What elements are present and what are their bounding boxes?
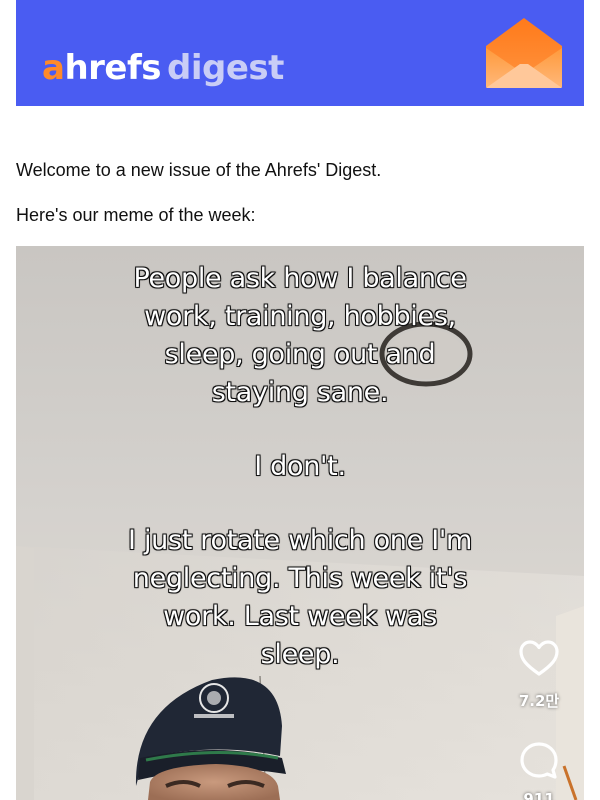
caption-line: sleep, going out and — [164, 338, 436, 370]
like-count: 7.2만 — [518, 692, 560, 710]
meme-intro-text: Here's our meme of the week: — [16, 205, 256, 225]
caption-line: work. Last week was — [162, 600, 437, 632]
comment-count: 911 — [523, 790, 555, 800]
caption-line: sleep. — [260, 638, 340, 670]
envelope-icon — [486, 18, 562, 88]
meme-image[interactable]: People ask how I balance work, training,… — [16, 246, 584, 800]
welcome-text: Welcome to a new issue of the Ahrefs' Di… — [16, 160, 382, 180]
logo-digest: digest — [167, 48, 284, 88]
caption-line: staying sane. — [211, 376, 389, 408]
caption-line: I just rotate which one I'm — [127, 524, 472, 556]
meme-caption-bottom: I just rotate which one I'm neglecting. … — [16, 522, 584, 674]
caption-line: work, training, hobbies, — [144, 300, 457, 332]
header-banner: ahrefs digest — [16, 0, 584, 106]
heart-icon[interactable] — [518, 638, 560, 680]
meme-caption-middle: I don't. — [254, 450, 347, 482]
meme-caption-top: People ask how I balance work, training,… — [16, 260, 584, 412]
logo-letter-a: a — [42, 48, 65, 88]
email-page: ahrefs digest Welcome to a new issue of t… — [0, 0, 600, 800]
caption-line: People ask how I balance — [133, 262, 468, 294]
ahrefs-digest-logo[interactable]: ahrefs digest — [42, 48, 284, 88]
logo-hrefs: hrefs — [64, 48, 162, 88]
caption-line: neglecting. This week it's — [132, 562, 468, 594]
comment-icon[interactable] — [518, 740, 560, 782]
